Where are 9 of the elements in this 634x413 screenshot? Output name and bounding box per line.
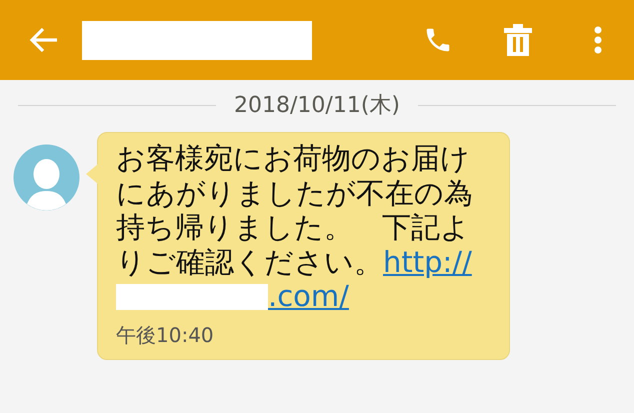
trash-icon (502, 23, 534, 57)
back-arrow-icon (29, 27, 59, 53)
avatar-icon (13, 144, 80, 211)
message-link[interactable]: http:// (383, 244, 472, 278)
date-divider: 2018/10/11(木) (234, 92, 400, 120)
more-icon (594, 26, 602, 54)
message-time: 午後10:40 (116, 322, 215, 348)
message-link[interactable]: .com/ (268, 279, 349, 313)
message-text: お客様宛にお荷物のお届けにあがりましたが不在の為持ち帰りました。 下記よりご確認ください。http:// .com/ (116, 141, 474, 314)
